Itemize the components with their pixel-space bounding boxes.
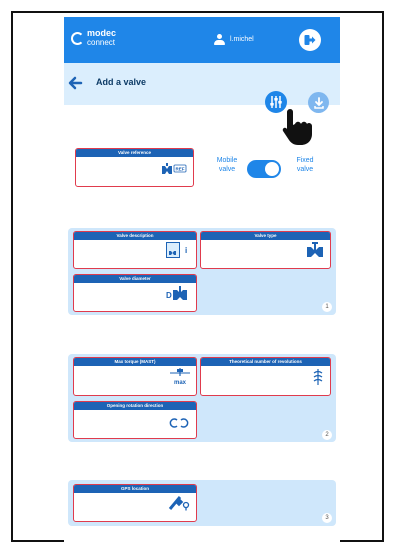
- torque-badge: max: [174, 380, 187, 385]
- section-number-badge: 1: [322, 302, 332, 312]
- gps-icon: [168, 495, 190, 516]
- brand-name: modec: [87, 28, 117, 38]
- field-label: Valve type: [201, 232, 330, 240]
- logo-mark-icon: [71, 31, 84, 45]
- mount-type-toggle-group: Mobile valve Fixed valve: [209, 154, 337, 184]
- valve-description-field[interactable]: Valve description i: [73, 231, 197, 269]
- back-arrow-icon: [68, 76, 83, 90]
- user-info[interactable]: l.michel: [214, 34, 254, 45]
- field-label: Valve reference: [76, 149, 193, 157]
- section-identification: Valve description i Valve type Valve dia…: [68, 228, 336, 315]
- user-name: l.michel: [230, 36, 254, 43]
- field-label: Valve description: [74, 232, 196, 240]
- rotation-direction-icon: [168, 415, 190, 433]
- diameter-icon: D: [166, 285, 190, 306]
- section-operation: Max torque (MAST) max Theoretical number…: [68, 354, 336, 442]
- fixed-valve-label[interactable]: Fixed valve: [287, 156, 323, 174]
- field-label: Opening rotation direction: [74, 402, 196, 410]
- section-number-badge: 3: [322, 513, 332, 523]
- mount-type-switch[interactable]: [247, 160, 281, 178]
- logout-icon: [304, 35, 316, 45]
- logout-button[interactable]: [299, 29, 321, 51]
- reference-icon: REF: [161, 162, 187, 181]
- valve-type-icon: [306, 242, 324, 263]
- mobile-valve-label[interactable]: Mobile valve: [209, 156, 245, 174]
- valve-reference-field[interactable]: Valve reference REF: [75, 148, 194, 187]
- reference-badge: REF: [176, 167, 185, 172]
- field-label: Valve diameter: [74, 275, 196, 283]
- gps-location-field[interactable]: GPS location: [73, 484, 197, 522]
- section-number-badge: 2: [322, 430, 332, 440]
- revolutions-field[interactable]: Theoretical number of revolutions: [200, 357, 331, 396]
- valve-type-field[interactable]: Valve type: [200, 231, 331, 269]
- rotation-direction-field[interactable]: Opening rotation direction: [73, 401, 197, 439]
- field-label: Max torque (MAST): [74, 358, 196, 366]
- page-toolbar: Add a valve: [64, 63, 340, 105]
- app-screen: modec connect l.michel Add a valve Valve…: [64, 17, 340, 545]
- field-label: GPS location: [74, 485, 196, 493]
- revolutions-icon: [312, 369, 324, 390]
- page-title: Add a valve: [96, 77, 147, 87]
- user-icon: [214, 34, 225, 45]
- diameter-badge: D: [166, 291, 172, 300]
- max-torque-field[interactable]: Max torque (MAST) max: [73, 357, 197, 396]
- torque-icon: max: [170, 367, 190, 390]
- back-button[interactable]: [67, 75, 83, 91]
- brand-subname: connect: [87, 38, 116, 47]
- brand-logo: modec connect: [71, 29, 116, 47]
- svg-text:i: i: [185, 246, 187, 255]
- pointer-hand-icon: [282, 109, 312, 145]
- switch-knob: [265, 162, 279, 176]
- section-location: GPS location 3: [68, 480, 336, 526]
- description-icon: i: [166, 242, 190, 263]
- valve-diameter-field[interactable]: Valve diameter D: [73, 274, 197, 312]
- field-label: Theoretical number of revolutions: [201, 358, 330, 366]
- app-header: modec connect l.michel: [64, 17, 340, 63]
